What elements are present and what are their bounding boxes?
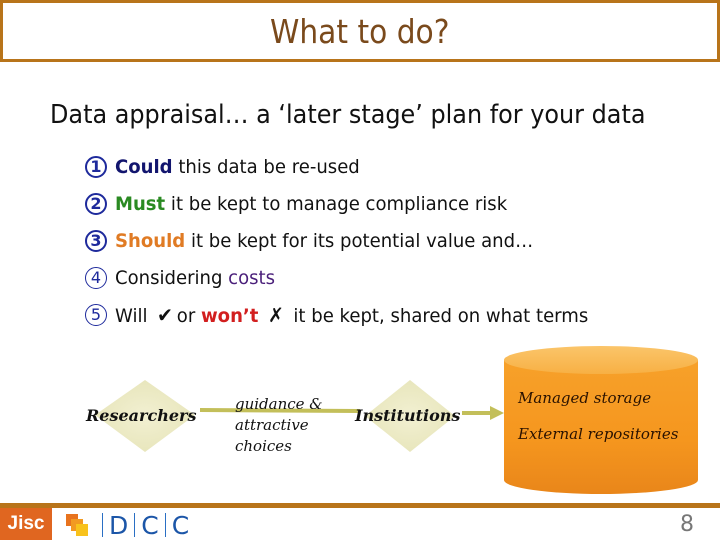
circled-number-icon: 4 bbox=[85, 266, 107, 289]
arrow-head-icon bbox=[490, 406, 504, 420]
keyword-could: Could bbox=[115, 155, 173, 178]
storage-cylinder-top bbox=[504, 346, 698, 374]
jisc-logo: Jisc bbox=[0, 508, 52, 540]
keyword-costs: costs bbox=[228, 266, 276, 289]
dcc-logo: D C C bbox=[66, 511, 189, 540]
item-text: or bbox=[176, 304, 196, 327]
cross-icon: ✗ bbox=[267, 302, 284, 327]
item-text: this data be re-used bbox=[172, 155, 360, 178]
slide-subtitle: Data appraisal… a ‘later stage’ plan for… bbox=[50, 100, 646, 130]
circled-number-icon: 5 bbox=[85, 303, 107, 326]
managed-storage-label: Managed storage bbox=[518, 389, 652, 407]
data-flow-diagram: Researchers guidance & attractive choice… bbox=[0, 340, 720, 505]
item-text: it be kept, shared on what terms bbox=[287, 304, 589, 327]
page-number: 8 bbox=[680, 512, 694, 537]
item-text: Will bbox=[115, 304, 148, 327]
list-item: 3 Should it be kept for its potential va… bbox=[85, 222, 613, 259]
circled-number-icon: 2 bbox=[85, 192, 107, 215]
slide-title: What to do? bbox=[270, 11, 450, 51]
appraisal-list: 1 Could this data be re-used 2 Must it b… bbox=[85, 148, 613, 333]
item-text: Considering bbox=[115, 266, 229, 289]
dcc-squares-icon bbox=[66, 514, 88, 536]
checkmark-icon: ✔ bbox=[157, 302, 173, 327]
external-repositories-label: External repositories bbox=[518, 425, 679, 443]
institutions-label: Institutions bbox=[355, 406, 461, 425]
title-frame: What to do? bbox=[0, 0, 720, 62]
list-item: 4 Considering costs bbox=[85, 259, 613, 296]
guidance-note: guidance & attractive choices bbox=[235, 395, 323, 455]
keyword-wont: won’t bbox=[200, 304, 259, 327]
keyword-should: Should bbox=[115, 229, 186, 252]
footer-divider bbox=[0, 503, 720, 508]
item-text: it be kept to manage compliance risk bbox=[165, 192, 508, 215]
list-item: 2 Must it be kept to manage compliance r… bbox=[85, 185, 613, 222]
keyword-must: Must bbox=[115, 192, 166, 215]
list-item: 5 Will ✔ or won’t ✗ it be kept, shared on… bbox=[85, 296, 613, 333]
circled-number-icon: 3 bbox=[85, 229, 107, 252]
researchers-label: Researchers bbox=[86, 406, 197, 425]
item-text: it be kept for its potential value and… bbox=[185, 229, 534, 252]
circled-number-icon: 1 bbox=[85, 155, 107, 178]
list-item: 1 Could this data be re-used bbox=[85, 148, 613, 185]
